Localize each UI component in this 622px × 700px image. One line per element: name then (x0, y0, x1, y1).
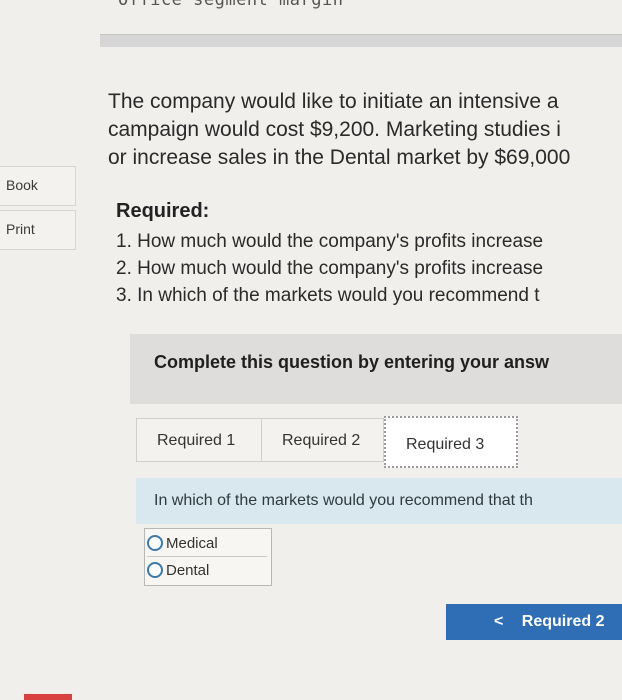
required-heading: Required: (116, 200, 210, 222)
option-medical[interactable]: Medical (147, 530, 267, 557)
option-label: Dental (166, 561, 210, 579)
tab-label: Required 1 (157, 432, 236, 449)
tab-required-2[interactable]: Required 2 (262, 418, 384, 462)
intro-line: or increase sales in the Dental market b… (108, 146, 571, 169)
required-item: 2. How much would the company's profits … (116, 258, 544, 279)
intro-line: campaign would cost $9,200. Marketing st… (108, 118, 561, 141)
required-item: 1. How much would the company's profits … (116, 231, 544, 252)
question-text: In which of the markets would you recomm… (154, 492, 533, 509)
required-tabs: Required 1 Required 2 Required 3 (136, 412, 622, 478)
market-options: Medical Dental (144, 528, 272, 586)
option-dental[interactable]: Dental (147, 557, 267, 583)
sidebar-book-label: Book (6, 177, 38, 193)
option-label: Medical (166, 534, 218, 552)
chevron-left-icon: < (494, 613, 504, 630)
cut-off-heading: Office segment margin (118, 0, 344, 10)
radio-icon[interactable] (147, 535, 163, 551)
sidebar-book-tab[interactable]: Book (0, 166, 76, 206)
tab-label: Required 3 (406, 436, 485, 453)
tab-required-3[interactable]: Required 3 (384, 416, 518, 468)
previous-required-button[interactable]: < Required 2 (446, 604, 622, 640)
question-prompt: In which of the markets would you recomm… (136, 478, 622, 524)
sidebar-print-label: Print (6, 221, 35, 237)
intro-line: The company would like to initiate an in… (108, 90, 559, 113)
radio-icon[interactable] (147, 562, 163, 578)
instructions-text: Complete this question by entering your … (154, 352, 550, 372)
tab-label: Required 2 (282, 432, 361, 449)
sidebar-print-tab[interactable]: Print (0, 210, 76, 250)
required-list: 1. How much would the company's profits … (116, 228, 543, 309)
required-item: 3. In which of the markets would you rec… (116, 285, 540, 306)
problem-intro: The company would like to initiate an in… (108, 88, 622, 172)
prev-button-label: Required 2 (521, 613, 605, 630)
divider-bar (100, 34, 622, 47)
instructions-bar: Complete this question by entering your … (130, 334, 622, 404)
bottom-red-edge (24, 694, 72, 700)
tab-required-1[interactable]: Required 1 (136, 418, 262, 462)
